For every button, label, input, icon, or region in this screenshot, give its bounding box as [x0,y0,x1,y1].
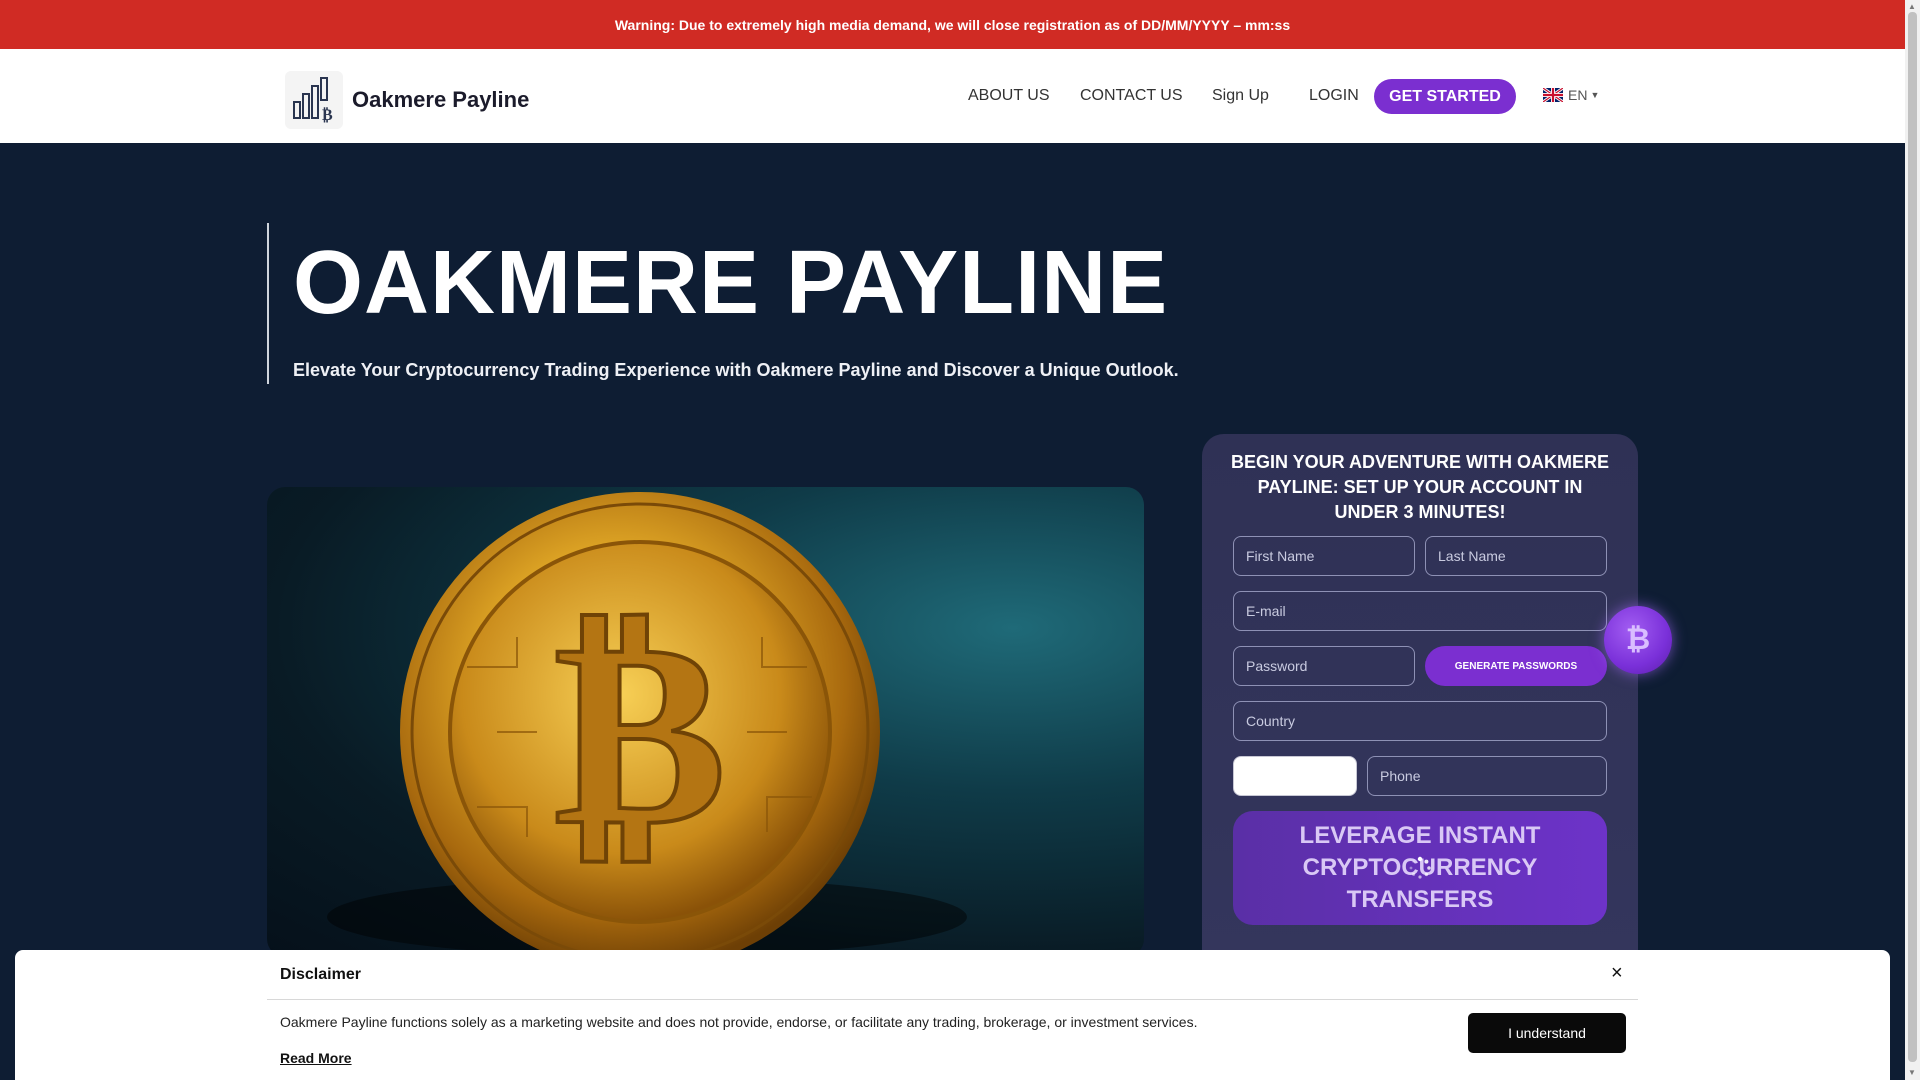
bitcoin-coin-icon: ₿ [327,492,967,957]
understand-button[interactable]: I understand [1468,1013,1626,1053]
close-icon[interactable]: × [1611,962,1623,985]
warning-text: Warning: Due to extremely high media dem… [614,16,1291,33]
hero-title: OAKMERE PAYLINE [293,233,1169,333]
nav-login[interactable]: LOGIN [1309,49,1359,143]
disclaimer-divider [267,999,1638,1000]
nav-about[interactable]: ABOUT US [968,49,1050,143]
scroll-down-icon[interactable]: ▼ [1908,1068,1916,1077]
uk-flag-icon [1543,88,1563,102]
hero-subtitle: Elevate Your Cryptocurrency Trading Expe… [293,360,1179,380]
nav-contact[interactable]: CONTACT US [1080,49,1183,143]
language-selector[interactable]: EN ▼ [1543,87,1599,103]
floating-bitcoin-icon: ₿ [1604,606,1672,674]
phone-input[interactable]: Phone [1367,756,1607,796]
last-name-input[interactable]: Last Name [1425,536,1607,576]
site-header: ₿ Oakmere Payline ABOUT US CONTACT US Si… [0,49,1905,143]
svg-text:₿: ₿ [553,582,726,884]
form-title: BEGIN YOUR ADVENTURE WITH OAKMERE PAYLIN… [1230,452,1610,522]
email-input[interactable]: E-mail [1233,591,1607,631]
read-more-link[interactable]: Read More [280,1050,352,1066]
generate-password-button[interactable]: GENERATE PASSWORDS [1425,646,1607,686]
nav-signup[interactable]: Sign Up [1212,49,1269,143]
scrollbar-thumb[interactable] [1908,12,1917,1062]
disclaimer-text: Oakmere Payline functions solely as a ma… [280,1014,1198,1030]
bitcoin-chart-logo-icon: ₿ [285,71,343,129]
first-name-input[interactable]: First Name [1233,536,1415,576]
scroll-up-icon[interactable]: ▲ [1908,2,1916,11]
loading-spinner-icon [1409,856,1431,879]
svg-text:₿: ₿ [322,105,333,124]
bitcoin-coin-image: ₿ [267,487,1144,957]
password-input[interactable]: Password [1233,646,1415,686]
disclaimer-title: Disclaimer [280,966,361,983]
country-select[interactable]: Country [1233,701,1607,741]
chevron-down-icon: ▼ [1590,90,1600,100]
language-label: EN [1568,87,1588,103]
hero-accent-line [267,223,269,384]
warning-banner: Warning: Due to extremely high media dem… [0,0,1905,49]
brand-logo[interactable]: ₿ Oakmere Payline [285,71,529,129]
phone-prefix-input[interactable] [1233,756,1357,796]
get-started-button[interactable]: GET STARTED [1374,79,1516,114]
brand-name: Oakmere Payline [352,87,530,112]
